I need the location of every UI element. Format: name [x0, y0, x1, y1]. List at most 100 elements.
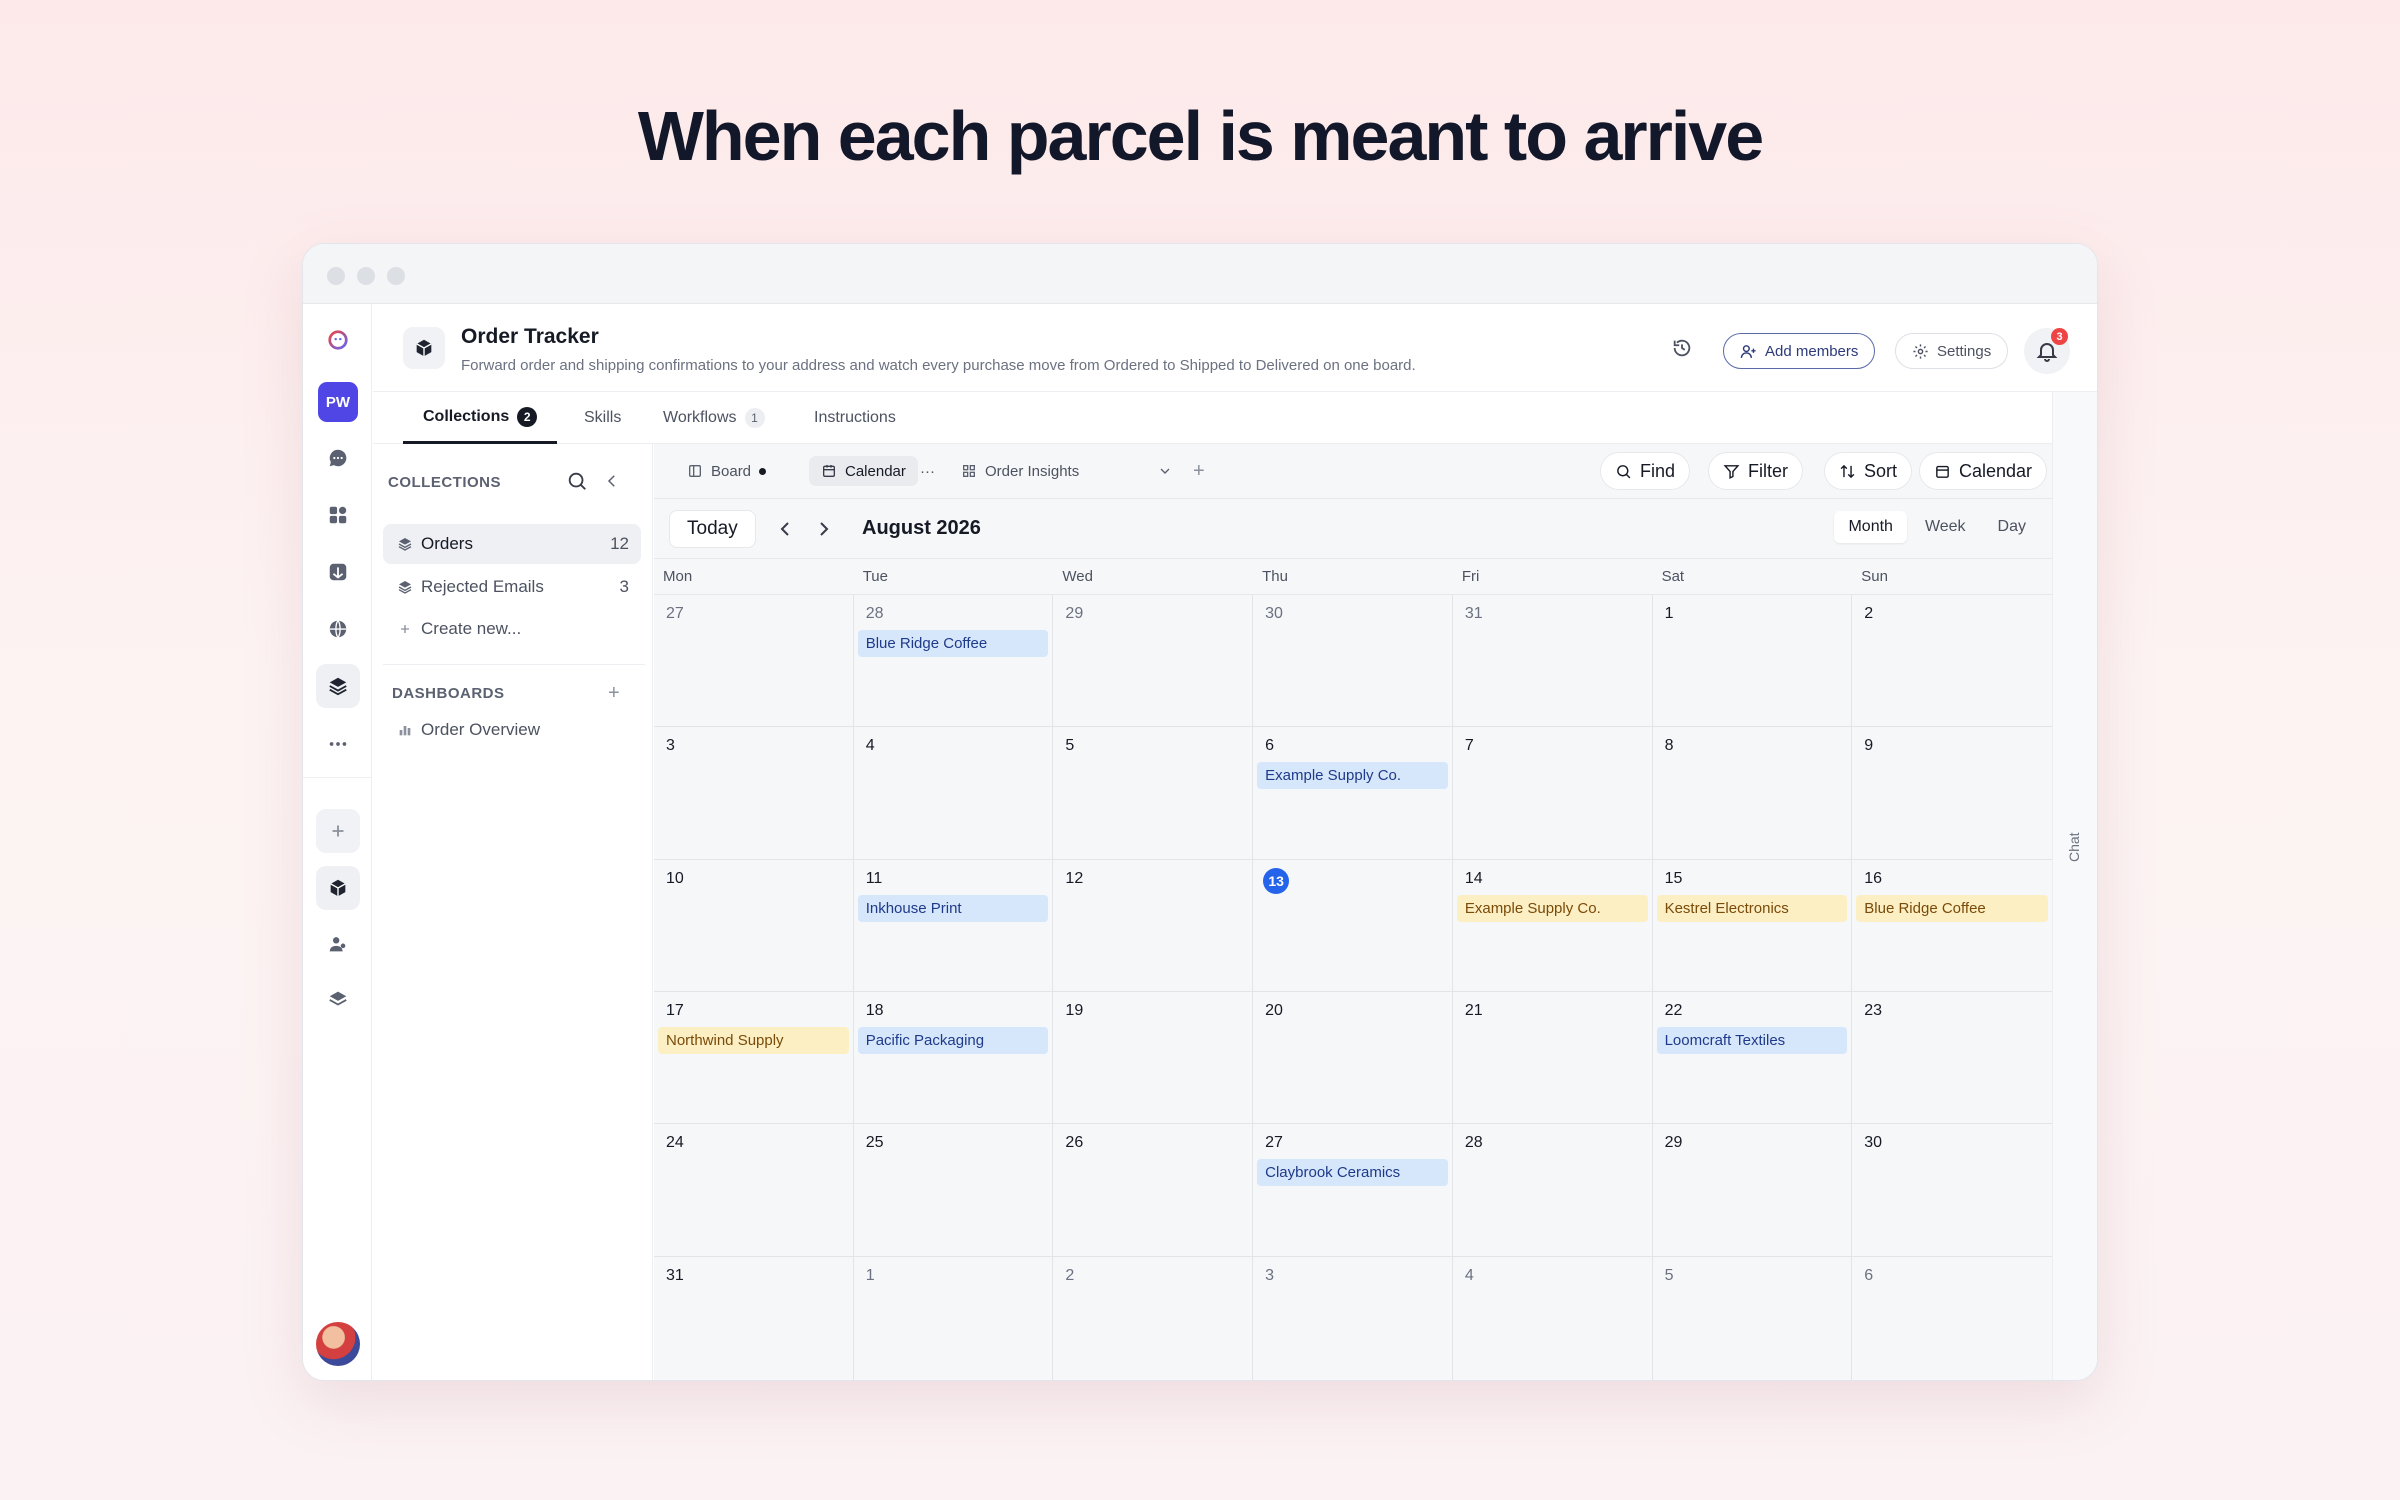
view-tab-order-insights[interactable]: Order Insights: [949, 456, 1091, 486]
find-button[interactable]: Find: [1600, 452, 1691, 490]
layers-icon[interactable]: [316, 664, 360, 708]
calendar-event[interactable]: Loomcraft Textiles: [1656, 1026, 1848, 1054]
window-close-dot[interactable]: [327, 267, 345, 285]
day-cell[interactable]: 17 Northwind Supply: [654, 991, 854, 1125]
window-maximize-dot[interactable]: [387, 267, 405, 285]
day-cell[interactable]: 20: [1253, 991, 1453, 1125]
inbox-icon[interactable]: [316, 550, 360, 594]
logo-icon[interactable]: [316, 318, 360, 362]
calendar-event[interactable]: Pacific Packaging: [857, 1026, 1049, 1054]
settings-button[interactable]: Settings: [1895, 333, 2009, 369]
calendar-event[interactable]: Claybrook Ceramics: [1257, 1159, 1448, 1187]
tab-collections[interactable]: Collections 2: [403, 392, 558, 444]
day-cell[interactable]: 21: [1452, 991, 1653, 1125]
add-members-button[interactable]: Add members: [1723, 333, 1876, 369]
chevron-left-icon[interactable]: [603, 472, 625, 494]
day-cell[interactable]: 22 Loomcraft Textiles: [1652, 991, 1853, 1125]
tab-skills[interactable]: Skills: [584, 392, 621, 444]
day-cell[interactable]: 29: [1652, 1124, 1853, 1257]
add-dashboard-button[interactable]: +: [608, 682, 620, 705]
mode-month[interactable]: Month: [1834, 511, 1907, 543]
sort-button[interactable]: Sort: [1824, 452, 1913, 490]
collection-item-orders[interactable]: Orders 12: [383, 524, 641, 564]
chevron-left-icon[interactable]: [773, 517, 797, 541]
day-cell[interactable]: 31: [1452, 595, 1653, 728]
people-icon[interactable]: [316, 922, 360, 966]
mode-day[interactable]: Day: [1984, 511, 2040, 543]
calendar-event[interactable]: Kestrel Electronics: [1656, 894, 1848, 922]
view-tab-calendar[interactable]: Calendar: [809, 456, 918, 486]
day-cell[interactable]: 23: [1852, 992, 2052, 1125]
chat-rail[interactable]: Chat: [2052, 392, 2097, 1380]
day-cell[interactable]: 1: [854, 1256, 1054, 1380]
day-cell[interactable]: 19: [1053, 991, 1254, 1125]
more-icon[interactable]: [316, 722, 360, 766]
day-cell[interactable]: 2: [1852, 595, 2052, 728]
day-cell[interactable]: 10: [654, 859, 854, 992]
day-cell[interactable]: 28: [1452, 1124, 1653, 1257]
mode-week[interactable]: Week: [1911, 511, 1980, 543]
plus-icon[interactable]: [316, 809, 360, 853]
day-cell[interactable]: 3: [1253, 1256, 1453, 1380]
day-cell[interactable]: 29: [1053, 595, 1254, 728]
day-cell[interactable]: 27: [654, 595, 854, 728]
view-tab-board[interactable]: Board: [675, 456, 778, 486]
calendar-event[interactable]: Inkhouse Print: [857, 894, 1049, 922]
day-cell[interactable]: 3: [654, 727, 854, 860]
day-cell[interactable]: 26: [1053, 1124, 1254, 1257]
view-more-button[interactable]: ···: [916, 456, 939, 486]
dashboard-item-order-overview[interactable]: Order Overview: [383, 710, 641, 750]
tab-instructions[interactable]: Instructions: [814, 392, 896, 444]
day-cell[interactable]: 13: [1253, 859, 1453, 992]
day-cell[interactable]: 27 Claybrook Ceramics: [1253, 1124, 1453, 1257]
day-cell[interactable]: 7: [1452, 727, 1653, 860]
calendar-event[interactable]: Northwind Supply: [658, 1026, 849, 1054]
filter-button[interactable]: Filter: [1708, 452, 1803, 490]
day-cell[interactable]: 8: [1652, 727, 1853, 860]
day-cell[interactable]: 1: [1652, 595, 1853, 728]
day-cell[interactable]: 31: [654, 1256, 854, 1380]
day-cell[interactable]: 25: [853, 1124, 1054, 1257]
user-avatar[interactable]: [316, 1322, 360, 1366]
box-icon[interactable]: [316, 866, 360, 910]
apps-icon[interactable]: [316, 493, 360, 537]
calendar-event[interactable]: Blue Ridge Coffee: [857, 630, 1049, 657]
day-cell[interactable]: 12: [1053, 859, 1254, 992]
day-cell[interactable]: 14 Example Supply Co.: [1452, 859, 1653, 992]
chevron-down-icon[interactable]: [1151, 456, 1179, 486]
chevron-right-icon[interactable]: [812, 517, 836, 541]
day-cell[interactable]: 30: [1253, 595, 1453, 728]
create-new-button[interactable]: Create new...: [383, 609, 641, 649]
day-cell[interactable]: 28 Blue Ridge Coffee: [853, 595, 1054, 728]
day-cell[interactable]: 5: [1053, 727, 1254, 860]
day-cell[interactable]: 16 Blue Ridge Coffee: [1852, 860, 2052, 992]
day-cell[interactable]: 30: [1852, 1124, 2052, 1257]
search-icon[interactable]: [566, 470, 592, 496]
day-cell[interactable]: 2: [1053, 1256, 1254, 1380]
globe-icon[interactable]: [316, 607, 360, 651]
workspace-avatar[interactable]: PW: [318, 382, 358, 422]
day-cell[interactable]: 11 Inkhouse Print: [853, 859, 1054, 992]
day-cell[interactable]: 9: [1852, 727, 2052, 860]
day-cell[interactable]: 4: [1453, 1256, 1653, 1380]
day-cell[interactable]: 6 Example Supply Co.: [1253, 727, 1453, 860]
today-button[interactable]: Today: [669, 510, 756, 548]
history-icon[interactable]: [1668, 334, 1696, 362]
day-cell[interactable]: 15 Kestrel Electronics: [1652, 859, 1853, 992]
stack-icon[interactable]: [316, 977, 360, 1021]
calendar-field-button[interactable]: Calendar: [1919, 452, 2048, 490]
notifications-button[interactable]: 3: [2024, 328, 2070, 374]
calendar-event[interactable]: Example Supply Co.: [1257, 762, 1448, 790]
day-cell[interactable]: 5: [1653, 1256, 1853, 1380]
add-view-button[interactable]: +: [1181, 456, 1217, 486]
calendar-event[interactable]: Blue Ridge Coffee: [1856, 894, 2048, 922]
day-cell[interactable]: 4: [853, 727, 1054, 860]
window-minimize-dot[interactable]: [357, 267, 375, 285]
collection-item-rejected-emails[interactable]: Rejected Emails 3: [383, 567, 641, 607]
tab-workflows[interactable]: Workflows 1: [663, 392, 765, 444]
day-cell[interactable]: 18 Pacific Packaging: [853, 991, 1054, 1125]
day-cell[interactable]: 24: [654, 1124, 854, 1257]
chat-icon[interactable]: [316, 436, 360, 480]
day-cell[interactable]: 6: [1852, 1257, 2052, 1380]
calendar-event[interactable]: Example Supply Co.: [1456, 894, 1648, 922]
